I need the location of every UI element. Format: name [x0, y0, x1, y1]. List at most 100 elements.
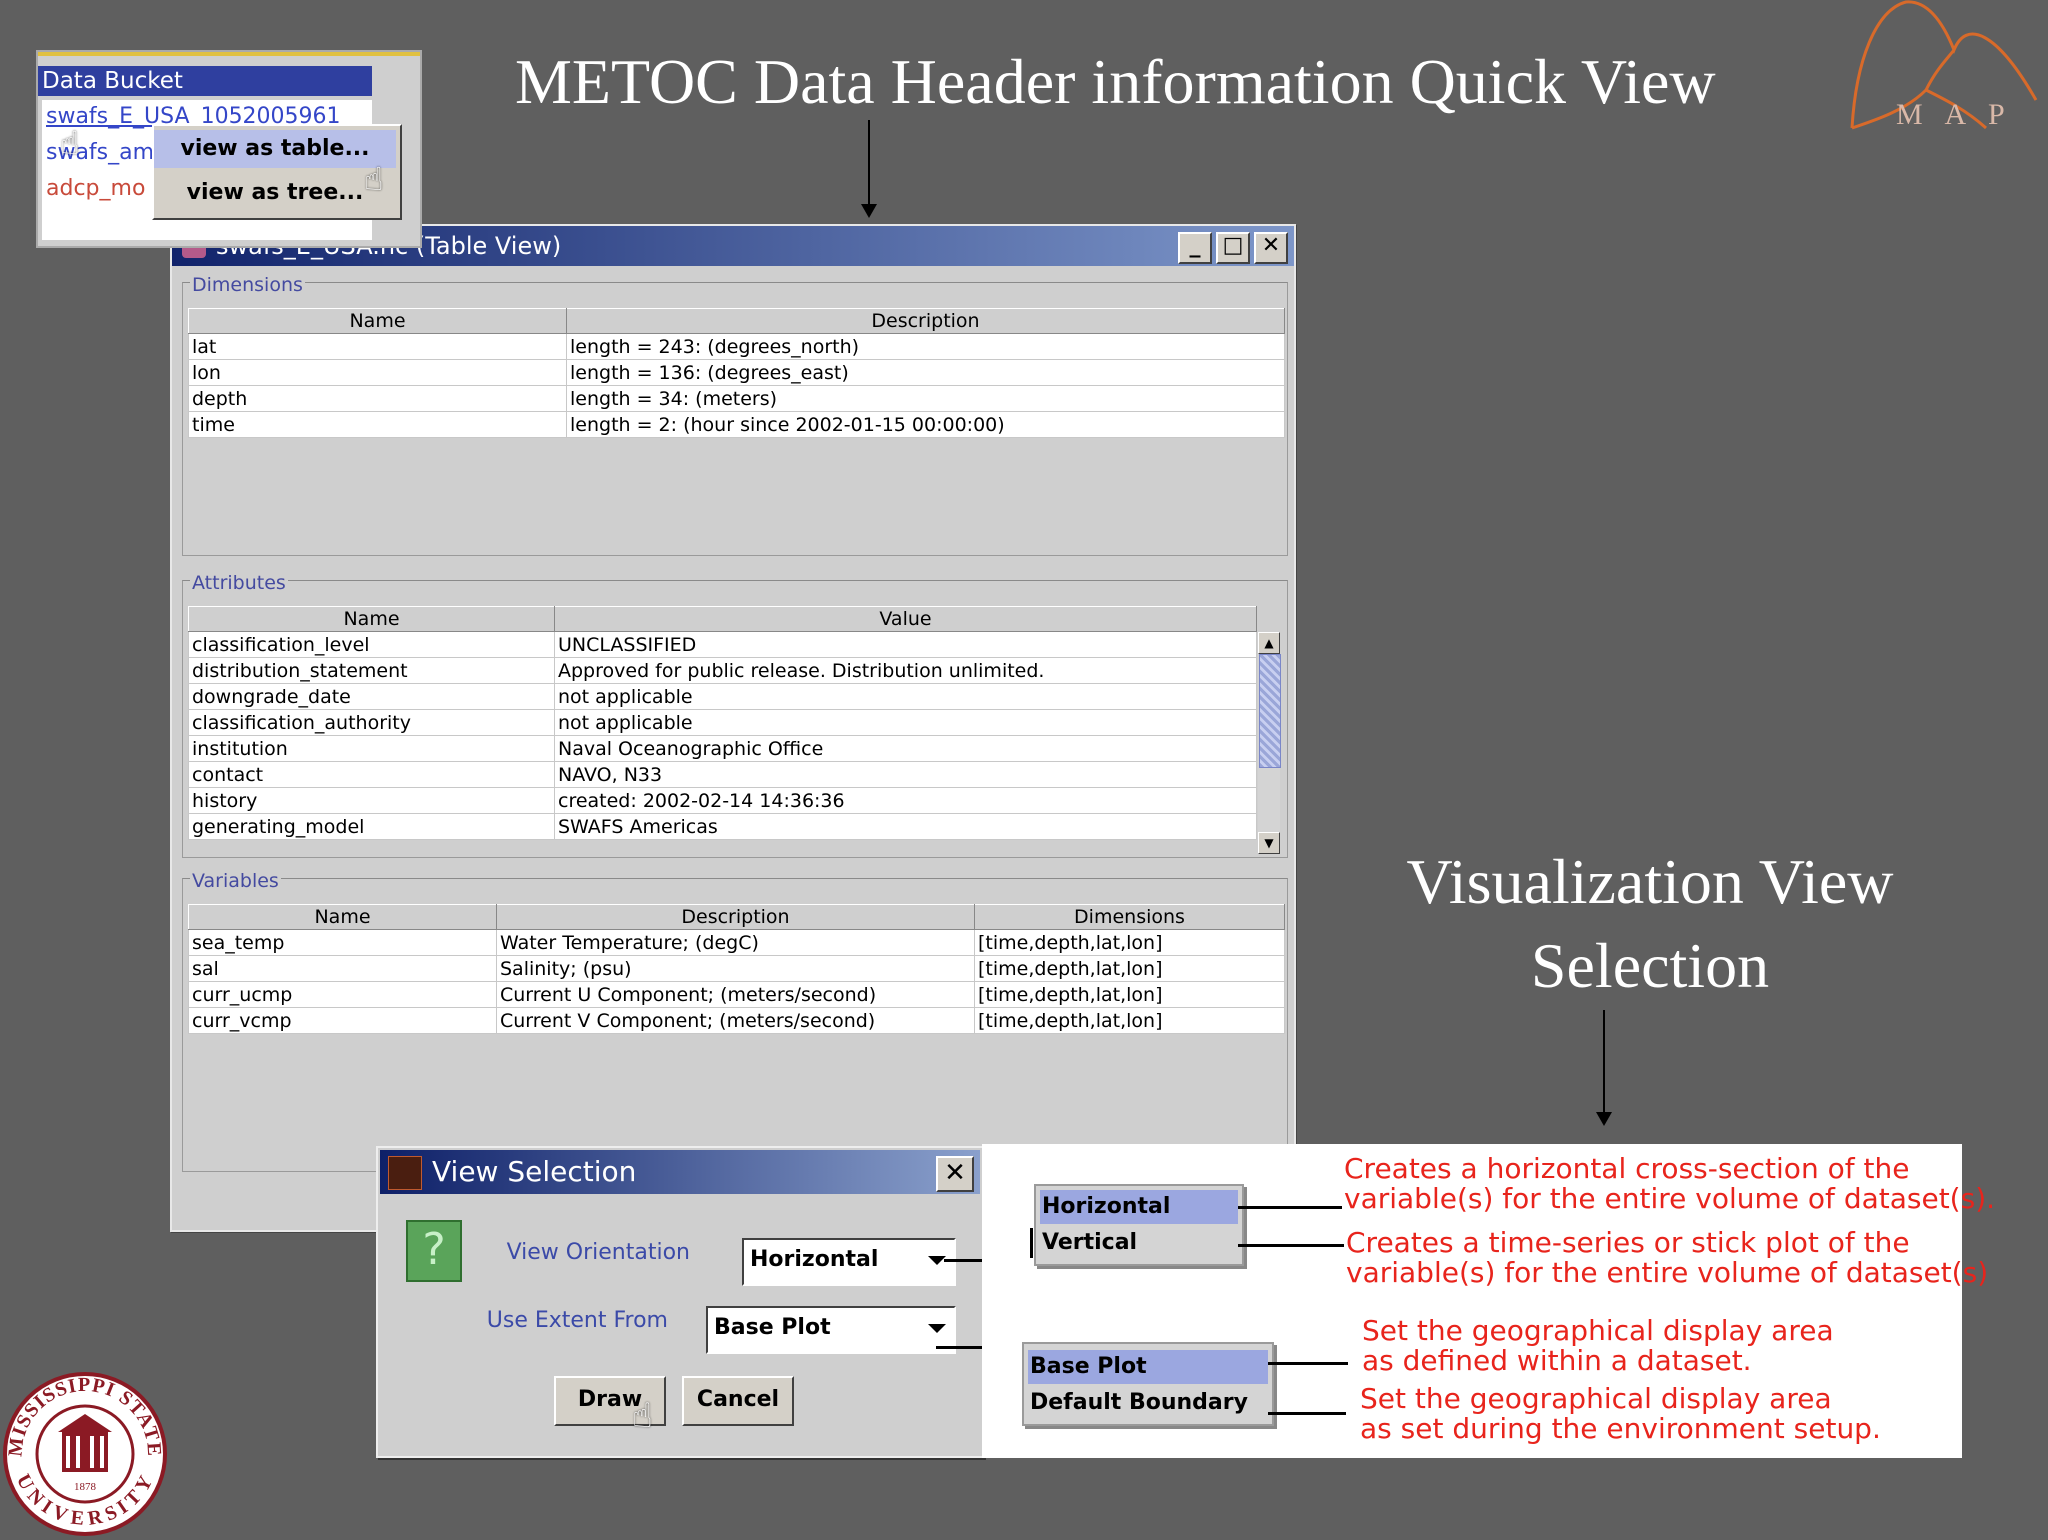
horizontal-note-line1: Creates a horizontal cross-section of th… [1344, 1152, 1910, 1185]
viz-title: Visualization View Selection [1330, 840, 1970, 1008]
cell: depth [188, 385, 567, 412]
maximize-button[interactable]: □ [1216, 232, 1250, 264]
scroll-up-icon[interactable]: ▲ [1258, 632, 1280, 654]
vertical-note-line2: variable(s) for the entire volume of dat… [1346, 1256, 1989, 1289]
cell: curr_ucmp [188, 981, 497, 1008]
cell: Salinity; (psu) [496, 955, 975, 982]
option-horizontal[interactable]: Horizontal [1040, 1190, 1238, 1224]
column-header[interactable]: Name [188, 606, 555, 632]
scroll-down-icon[interactable]: ▼ [1258, 832, 1280, 854]
cell: created: 2002-02-14 14:36:36 [554, 787, 1257, 814]
default-boundary-note-line1: Set the geographical display area [1360, 1382, 1832, 1415]
bucket-top-accent [38, 52, 420, 56]
view-selection-title: View Selection [432, 1155, 637, 1188]
base-plot-note-line2: as defined within a dataset. [1362, 1344, 1752, 1377]
connector-line [1030, 1228, 1033, 1258]
use-extent-select[interactable]: Base Plot [706, 1306, 956, 1354]
table-row[interactable]: lat length = 243: (degrees_north) [188, 333, 1285, 360]
hand-cursor-icon: ☝ [60, 124, 80, 162]
menu-item-view-as-table[interactable]: view as table... [154, 130, 396, 168]
seal-year: 1878 [74, 1481, 97, 1493]
attributes-scrollbar[interactable]: ▲ ▼ [1258, 632, 1281, 854]
view-orientation-select[interactable]: Horizontal [742, 1238, 956, 1286]
minimize-button[interactable]: _ [1178, 232, 1212, 264]
column-header[interactable]: Value [554, 606, 1257, 632]
cell: sea_temp [188, 929, 497, 956]
column-header[interactable]: Name [188, 904, 497, 930]
list-item[interactable]: adcp_mo [46, 176, 145, 201]
cell: length = 34: (meters) [566, 385, 1285, 412]
scroll-thumb[interactable] [1259, 654, 1281, 768]
pointer-line [1268, 1362, 1348, 1365]
base-plot-note-line1: Set the geographical display area [1362, 1314, 1834, 1347]
table-row[interactable]: sea_temp Water Temperature; (degC) [time,d… [188, 929, 1285, 956]
cell: lat [188, 333, 567, 360]
column-header[interactable]: Name [188, 308, 567, 334]
cell: length = 136: (degrees_east) [566, 359, 1285, 386]
default-boundary-note-line2: as set during the environment setup. [1360, 1412, 1881, 1445]
map-logo: M A P [1836, 0, 2048, 140]
chevron-down-icon[interactable] [928, 1324, 946, 1333]
title-arrow-head [861, 204, 877, 218]
dialog-close-button[interactable]: ✕ [936, 1156, 974, 1192]
view-selection-titlebar[interactable]: View Selection [380, 1150, 980, 1194]
annotation-panel: Horizontal Vertical Base Plot Default Bo… [982, 1144, 1995, 1458]
option-vertical[interactable]: Vertical [1040, 1226, 1238, 1260]
cell: not applicable [554, 683, 1257, 710]
table-row[interactable]: curr_ucmp Current U Component; (meters/se… [188, 981, 1285, 1008]
cancel-button[interactable]: Cancel [682, 1376, 794, 1426]
table-row[interactable]: sal Salinity; (psu) [time,depth,lat,lon] [188, 955, 1285, 982]
horizontal-note-line2: variable(s) for the entire volume of dat… [1344, 1182, 1996, 1215]
university-seal-icon: MISSISSIPPI STATE UNIVERSITY 1878 [3, 1372, 167, 1536]
table-row[interactable]: institution Naval Oceanographic Office [188, 735, 1257, 762]
table-row[interactable]: contact NAVO, N33 [188, 761, 1257, 788]
cell: downgrade_date [188, 683, 555, 710]
table-view-window: swafs_E_USA.nc (Table View) _ □ ✕ Dimens… [170, 224, 1296, 1232]
table-row[interactable]: depth length = 34: (meters) [188, 385, 1285, 412]
cell: NAVO, N33 [554, 761, 1257, 788]
cell: not applicable [554, 709, 1257, 736]
table-row[interactable]: downgrade_date not applicable [188, 683, 1257, 710]
viz-arrow-head [1596, 1112, 1612, 1126]
cell: [time,depth,lat,lon] [974, 1007, 1285, 1034]
viz-arrow-line [1603, 1010, 1605, 1116]
table-row[interactable]: generating_model SWAFS Americas [188, 813, 1257, 840]
column-header[interactable]: Description [566, 308, 1285, 334]
column-header[interactable]: Description [496, 904, 975, 930]
use-extent-label: Use Extent From [486, 1308, 668, 1333]
cell: length = 243: (degrees_north) [566, 333, 1285, 360]
table-row[interactable]: classification_level UNCLASSIFIED [188, 631, 1257, 658]
orientation-options-dropdown: Horizontal Vertical [1034, 1184, 1244, 1266]
title-arrow-line [868, 120, 870, 206]
cell: [time,depth,lat,lon] [974, 929, 1285, 956]
cell: generating_model [188, 813, 555, 840]
option-base-plot[interactable]: Base Plot [1028, 1350, 1268, 1384]
extent-options-dropdown: Base Plot Default Boundary [1022, 1342, 1274, 1426]
close-button[interactable]: ✕ [1254, 232, 1288, 264]
table-row[interactable]: time length = 2: (hour since 2002-01-15 0… [188, 411, 1285, 438]
cell: classification_level [188, 631, 555, 658]
option-default-boundary[interactable]: Default Boundary [1028, 1386, 1268, 1420]
view-orientation-label: View Orientation [506, 1240, 690, 1265]
cell: lon [188, 359, 567, 386]
cell: UNCLASSIFIED [554, 631, 1257, 658]
table-row[interactable]: history created: 2002-02-14 14:36:36 [188, 787, 1257, 814]
pointer-line [1238, 1206, 1342, 1209]
hand-cursor-icon: ☝ [364, 160, 384, 198]
menu-item-view-as-tree[interactable]: view as tree... [154, 174, 396, 212]
table-row[interactable]: classification_authority not applicable [188, 709, 1257, 736]
cell: Approved for public release. Distributio… [554, 657, 1257, 684]
table-row[interactable]: distribution_statement Approved for publi… [188, 657, 1257, 684]
data-bucket-title: Data Bucket [38, 66, 372, 96]
cell: Naval Oceanographic Office [554, 735, 1257, 762]
viz-title-line2: Selection [1530, 930, 1770, 1001]
cell: Water Temperature; (degC) [496, 929, 975, 956]
table-row[interactable]: curr_vcmp Current V Component; (meters/se… [188, 1007, 1285, 1034]
column-header[interactable]: Dimensions [974, 904, 1285, 930]
view-selection-dialog: View Selection ✕ ? View Orientation Hori… [376, 1146, 984, 1458]
viz-title-line1: Visualization View [1406, 846, 1894, 917]
pointer-line [1238, 1244, 1344, 1247]
cell: sal [188, 955, 497, 982]
cell: curr_vcmp [188, 1007, 497, 1034]
table-row[interactable]: lon length = 136: (degrees_east) [188, 359, 1285, 386]
